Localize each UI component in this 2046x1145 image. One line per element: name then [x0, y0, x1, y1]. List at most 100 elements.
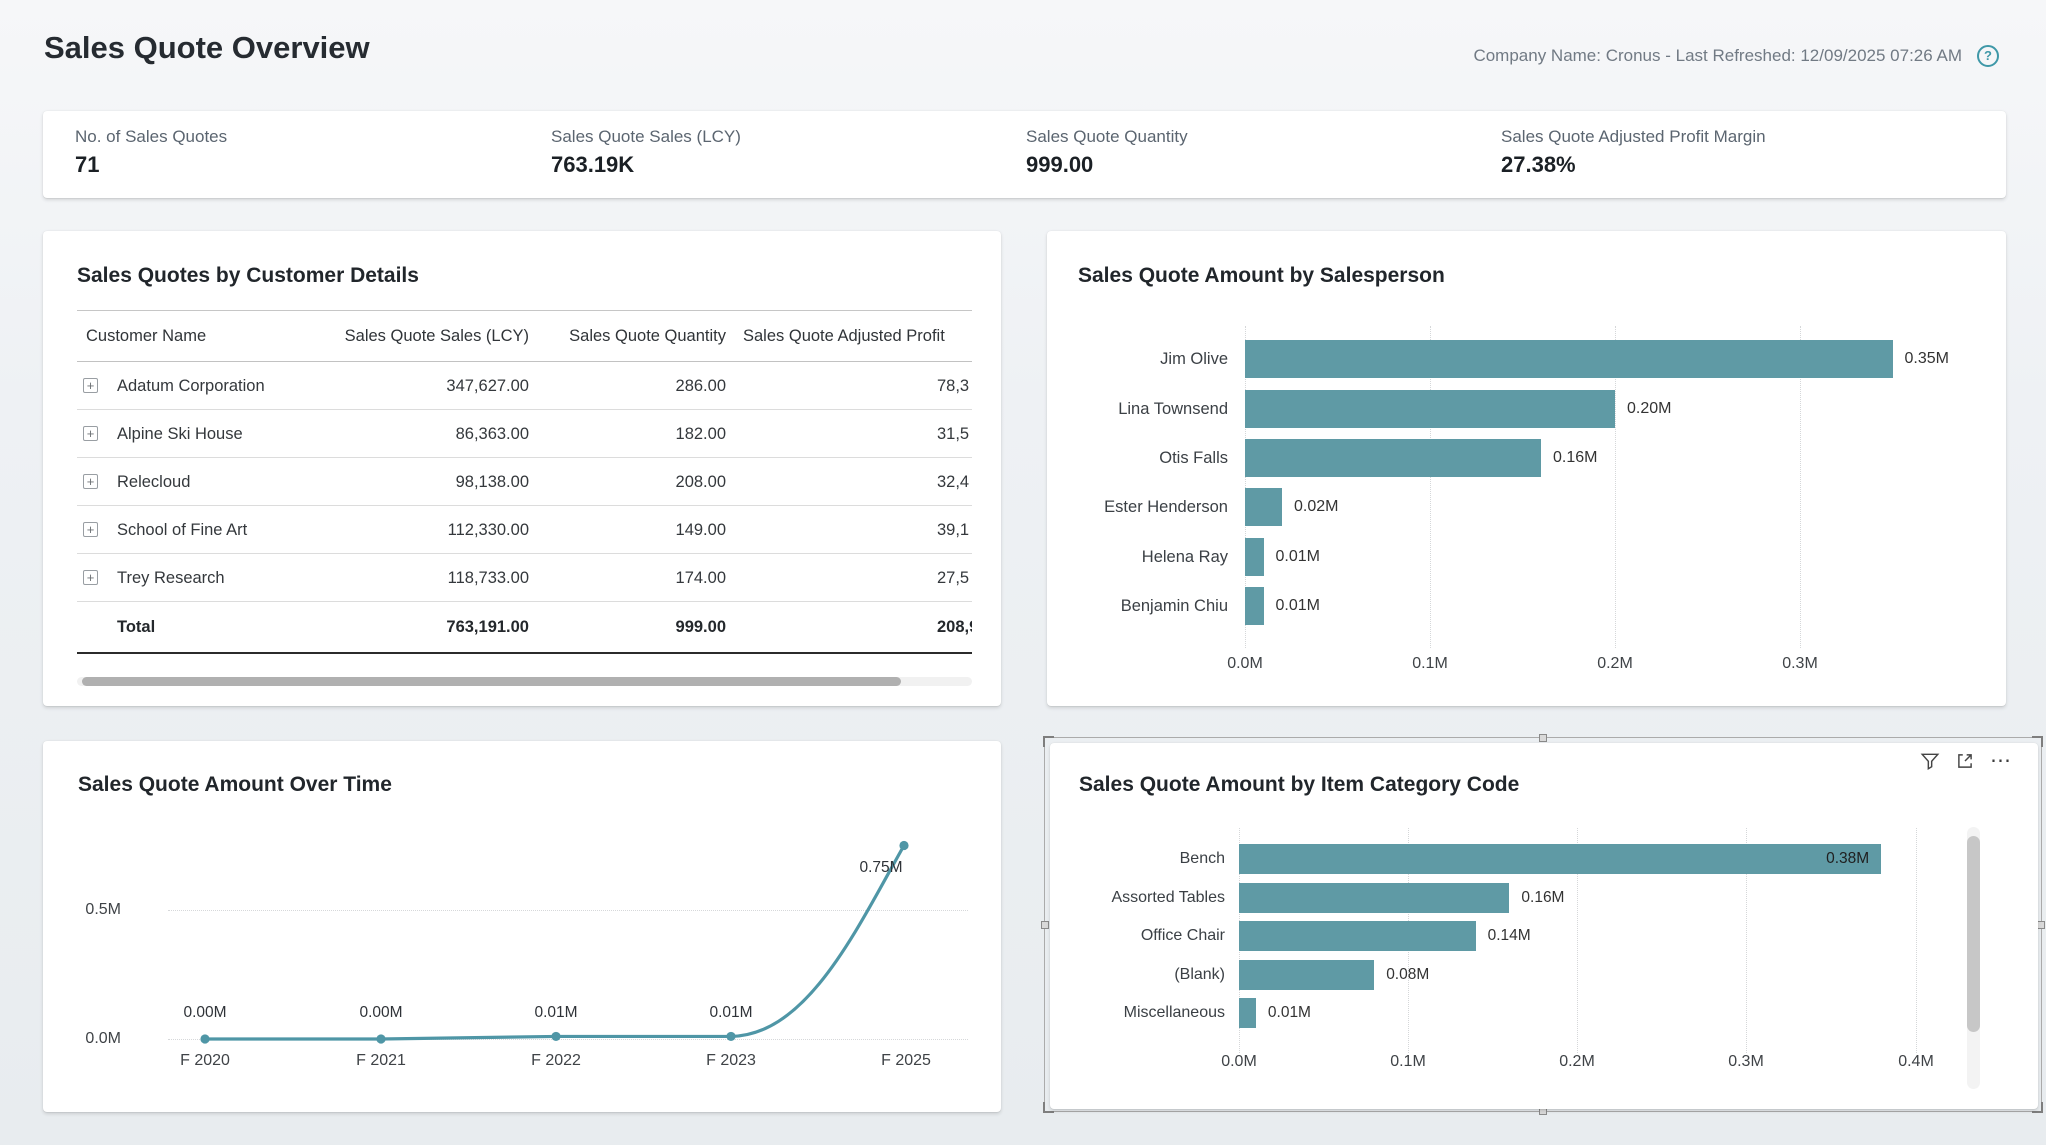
bar-value-label: 0.35M	[1905, 340, 1949, 378]
bar-row: Benjamin Chiu 0.01M	[1047, 587, 2006, 625]
table-row[interactable]: + Alpine Ski House 86,363.00 182.00 31,5	[77, 410, 972, 458]
column-header[interactable]: Sales Quote Quantity	[547, 311, 726, 362]
horizontal-scrollbar-thumb[interactable]	[82, 677, 901, 686]
profit-value-clipped: 31,5	[937, 410, 969, 458]
bar-value-label: 0.14M	[1488, 921, 1531, 951]
time-chart-card: Sales Quote Amount Over Time 0.5M 0.0M 0…	[43, 741, 1001, 1112]
category-label: Ester Henderson	[1047, 488, 1228, 526]
table-row[interactable]: + Relecloud 98,138.00 208.00 32,4	[77, 458, 972, 506]
total-profit-clipped: 208,9	[937, 602, 972, 652]
customer-name: Adatum Corporation	[117, 362, 265, 410]
data-label: 0.00M	[160, 1004, 250, 1022]
x-axis-tick: F 2023	[686, 1052, 776, 1070]
table-row[interactable]: + Trey Research 118,733.00 174.00 27,5	[77, 554, 972, 602]
expand-icon[interactable]: +	[83, 522, 98, 537]
bar-value-label: 0.08M	[1386, 960, 1429, 990]
sales-value: 98,138.00	[327, 458, 529, 506]
bar-blank[interactable]	[1239, 960, 1374, 990]
x-axis-tick: 0.3M	[1701, 1053, 1791, 1071]
total-quantity: 999.00	[547, 602, 726, 652]
bar-row: Otis Falls 0.16M	[1047, 439, 2006, 477]
quantity-value: 182.00	[547, 410, 726, 458]
data-label: 0.01M	[686, 1004, 776, 1022]
customer-name: Alpine Ski House	[117, 410, 243, 458]
resize-handle[interactable]	[2037, 921, 2045, 929]
kpi-label: Sales Quote Sales (LCY)	[551, 127, 741, 147]
help-icon[interactable]: ?	[1977, 45, 1999, 67]
expand-icon[interactable]: +	[83, 570, 98, 585]
bar-row: Bench 0.38M	[1050, 844, 2038, 874]
bar-bench[interactable]	[1239, 844, 1881, 874]
bar-miscellaneous[interactable]	[1239, 998, 1256, 1028]
profit-value-clipped: 27,5	[937, 554, 969, 602]
bar-value-label: 0.16M	[1521, 883, 1564, 913]
more-options-icon[interactable]: ⋯	[1990, 752, 2012, 770]
x-axis-tick: 0.2M	[1570, 655, 1660, 673]
x-axis-tick: F 2021	[336, 1052, 426, 1070]
customer-name: Trey Research	[117, 554, 225, 602]
data-label: 0.75M	[836, 859, 926, 877]
focus-mode-icon[interactable]	[1955, 751, 1975, 771]
category-label: Otis Falls	[1047, 439, 1228, 477]
category-label: Helena Ray	[1047, 538, 1228, 576]
sales-value: 86,363.00	[327, 410, 529, 458]
quantity-value: 208.00	[547, 458, 726, 506]
category-label: Lina Townsend	[1047, 390, 1228, 428]
x-axis-tick: 0.3M	[1755, 655, 1845, 673]
sales-value: 347,627.00	[327, 362, 529, 410]
selected-visual-frame[interactable]: ⋯ Sales Quote Amount by Item Category Co…	[1044, 737, 2042, 1112]
bar-row: Miscellaneous 0.01M	[1050, 998, 2038, 1028]
category-label: (Blank)	[1050, 960, 1225, 990]
company-info-text: Company Name: Cronus - Last Refreshed: 1…	[1473, 46, 1962, 66]
column-header[interactable]: Sales Quote Adjusted Profit	[743, 311, 945, 362]
sales-value: 118,733.00	[327, 554, 529, 602]
vertical-scrollbar-thumb[interactable]	[1967, 836, 1980, 1032]
bar-benjamin-chiu[interactable]	[1245, 587, 1264, 625]
bar-row: Assorted Tables 0.16M	[1050, 883, 2038, 913]
table-row[interactable]: + School of Fine Art 112,330.00 149.00 3…	[77, 506, 972, 554]
gridline	[168, 910, 968, 911]
y-axis-tick: 0.5M	[68, 901, 121, 919]
column-header[interactable]: Sales Quote Sales (LCY)	[327, 311, 529, 362]
category-label: Bench	[1050, 844, 1225, 874]
visual-title: Sales Quotes by Customer Details	[77, 264, 419, 288]
bar-jim-olive[interactable]	[1245, 340, 1893, 378]
kpi-label: No. of Sales Quotes	[75, 127, 227, 147]
data-label: 0.01M	[511, 1004, 601, 1022]
column-header[interactable]: Customer Name	[86, 311, 206, 362]
total-label: Total	[117, 602, 155, 652]
bar-otis-falls[interactable]	[1245, 439, 1541, 477]
table-row[interactable]: + Adatum Corporation 347,627.00 286.00 7…	[77, 362, 972, 410]
expand-icon[interactable]: +	[83, 426, 98, 441]
category-label: Miscellaneous	[1050, 998, 1225, 1028]
category-chart-card: ⋯ Sales Quote Amount by Item Category Co…	[1050, 743, 2038, 1109]
matrix-table: Customer Name Sales Quote Sales (LCY) Sa…	[77, 310, 972, 654]
page-title: Sales Quote Overview	[44, 30, 370, 66]
bar-row: Lina Townsend 0.20M	[1047, 390, 2006, 428]
y-axis-tick: 0.0M	[68, 1030, 121, 1048]
bar-row: Helena Ray 0.01M	[1047, 538, 2006, 576]
bar-row: (Blank) 0.08M	[1050, 960, 2038, 990]
resize-handle[interactable]	[1539, 734, 1547, 742]
bar-ester-henderson[interactable]	[1245, 488, 1282, 526]
customer-table-card: Sales Quotes by Customer Details Custome…	[43, 231, 1001, 706]
x-axis-tick: 0.2M	[1532, 1053, 1622, 1071]
bar-office-chair[interactable]	[1239, 921, 1476, 951]
bar-value-label: 0.20M	[1627, 390, 1671, 428]
sales-value: 112,330.00	[327, 506, 529, 554]
x-axis-tick: 0.4M	[1871, 1053, 1961, 1071]
bar-helena-ray[interactable]	[1245, 538, 1264, 576]
x-axis-tick: 0.1M	[1385, 655, 1475, 673]
bar-assorted-tables[interactable]	[1239, 883, 1509, 913]
report-page: Sales Quote Overview Company Name: Cronu…	[0, 0, 2046, 1145]
visual-title: Sales Quote Amount Over Time	[78, 773, 392, 797]
expand-icon[interactable]: +	[83, 474, 98, 489]
kpi-label: Sales Quote Quantity	[1026, 127, 1188, 147]
expand-icon[interactable]: +	[83, 378, 98, 393]
bar-value-label: 0.38M	[1826, 844, 1869, 874]
filter-icon[interactable]	[1920, 751, 1940, 771]
bar-value-label: 0.01M	[1276, 538, 1320, 576]
bar-lina-townsend[interactable]	[1245, 390, 1615, 428]
resize-handle[interactable]	[1041, 921, 1049, 929]
x-axis-tick: 0.0M	[1194, 1053, 1284, 1071]
